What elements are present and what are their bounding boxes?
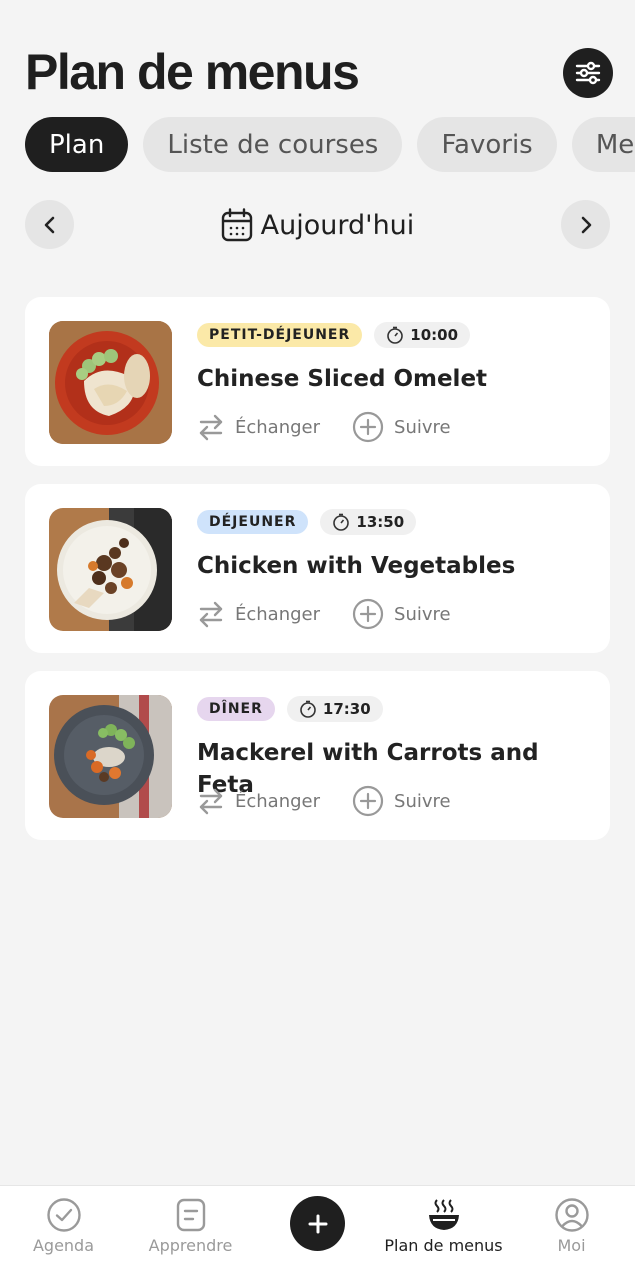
swap-button[interactable]: Échanger <box>197 413 320 441</box>
meal-title[interactable]: Mackerel with Carrots and Feta <box>197 737 590 798</box>
meal-actions: Échanger Suivre <box>197 785 590 817</box>
meal-title[interactable]: Chicken with Vegetables <box>197 550 590 582</box>
track-button[interactable]: Suivre <box>352 598 451 630</box>
track-label: Suivre <box>394 603 451 625</box>
meal-photo <box>49 695 172 818</box>
stopwatch-icon <box>300 700 316 718</box>
header: Plan de menus <box>25 40 613 104</box>
tab-mine[interactable]: Mes <box>571 117 635 172</box>
user-circle-icon <box>554 1198 589 1232</box>
nav-label: Agenda <box>32 1236 95 1255</box>
track-label: Suivre <box>394 416 451 438</box>
nav-meal-plan[interactable]: Plan de menus <box>380 1198 507 1255</box>
meal-card-lunch[interactable]: DÉJEUNER 13:50 Chicken with Vegetables É… <box>25 484 610 653</box>
meal-actions: Échanger Suivre <box>197 411 590 443</box>
day-selector[interactable]: Aujourd'hui <box>25 200 610 250</box>
document-icon <box>176 1198 205 1232</box>
tab-shopping-list[interactable]: Liste de courses <box>143 117 403 172</box>
bottom-navigation: Agenda Apprendre Plan de menus Moi <box>0 1185 635 1280</box>
swap-icon <box>199 601 223 628</box>
meal-time: 17:30 <box>286 696 383 722</box>
next-day-button[interactable] <box>561 200 610 249</box>
meal-time-text: 10:00 <box>410 326 459 344</box>
sliders-icon <box>575 61 601 85</box>
nav-profile[interactable]: Moi <box>508 1198 635 1255</box>
check-circle-icon <box>46 1198 81 1232</box>
swap-label: Échanger <box>235 790 321 812</box>
nav-label: Moi <box>557 1236 586 1255</box>
nav-learn[interactable]: Apprendre <box>127 1198 254 1255</box>
meal-time: 10:00 <box>374 322 471 348</box>
meal-type-badge: DÎNER <box>197 697 275 721</box>
meal-time: 13:50 <box>320 509 417 535</box>
page-title: Plan de menus <box>25 44 360 100</box>
meal-tags: DÉJEUNER 13:50 <box>197 509 590 535</box>
meal-card-dinner[interactable]: DÎNER 17:30 Mackerel with Carrots and Fe… <box>25 671 610 840</box>
track-button[interactable]: Suivre <box>352 411 451 443</box>
stopwatch-icon <box>387 326 404 344</box>
nav-label: Apprendre <box>148 1236 233 1255</box>
chevron-right-icon <box>581 216 591 233</box>
swap-label: Échanger <box>235 603 321 625</box>
swap-icon <box>199 414 223 441</box>
calendar-icon <box>221 208 252 242</box>
filter-button[interactable] <box>563 48 613 98</box>
bowl-icon <box>428 1199 459 1230</box>
meal-time-text: 13:50 <box>356 513 405 531</box>
day-navigation: Aujourd'hui <box>25 200 610 250</box>
swap-icon <box>199 788 223 815</box>
add-button[interactable] <box>290 1196 345 1251</box>
nav-label: Plan de menus <box>384 1236 503 1255</box>
meal-time-text: 17:30 <box>322 700 371 718</box>
meal-actions: Échanger Suivre <box>197 598 590 630</box>
day-label: Aujourd'hui <box>260 209 415 241</box>
meal-type-badge: PETIT-DÉJEUNER <box>197 323 363 347</box>
meal-tags: DÎNER 17:30 <box>197 696 590 722</box>
meal-title[interactable]: Chinese Sliced Omelet <box>197 363 590 395</box>
stopwatch-icon <box>333 513 350 531</box>
nav-agenda[interactable]: Agenda <box>0 1198 127 1255</box>
swap-button[interactable]: Échanger <box>197 600 320 628</box>
track-label: Suivre <box>394 790 451 812</box>
swap-label: Échanger <box>235 416 321 438</box>
tab-favorites[interactable]: Favoris <box>417 117 557 172</box>
meal-info: DÉJEUNER 13:50 Chicken with Vegetables É… <box>197 509 590 630</box>
meal-card-breakfast[interactable]: PETIT-DÉJEUNER 10:00 Chinese Sliced Omel… <box>25 297 610 466</box>
plus-circle-icon <box>352 411 384 443</box>
meal-tags: PETIT-DÉJEUNER 10:00 <box>197 322 590 348</box>
plus-circle-icon <box>352 785 384 817</box>
plus-icon <box>308 1214 327 1233</box>
meal-type-badge: DÉJEUNER <box>197 510 309 534</box>
tab-plan[interactable]: Plan <box>25 117 129 172</box>
meal-info: DÎNER 17:30 Mackerel with Carrots and Fe… <box>197 696 590 817</box>
meal-info: PETIT-DÉJEUNER 10:00 Chinese Sliced Omel… <box>197 322 590 443</box>
swap-button[interactable]: Échanger <box>197 787 320 815</box>
plus-circle-icon <box>352 598 384 630</box>
track-button[interactable]: Suivre <box>352 785 451 817</box>
tab-bar: Plan Liste de courses Favoris Mes <box>25 117 635 172</box>
meal-photo <box>49 321 172 444</box>
meal-photo <box>49 508 172 631</box>
